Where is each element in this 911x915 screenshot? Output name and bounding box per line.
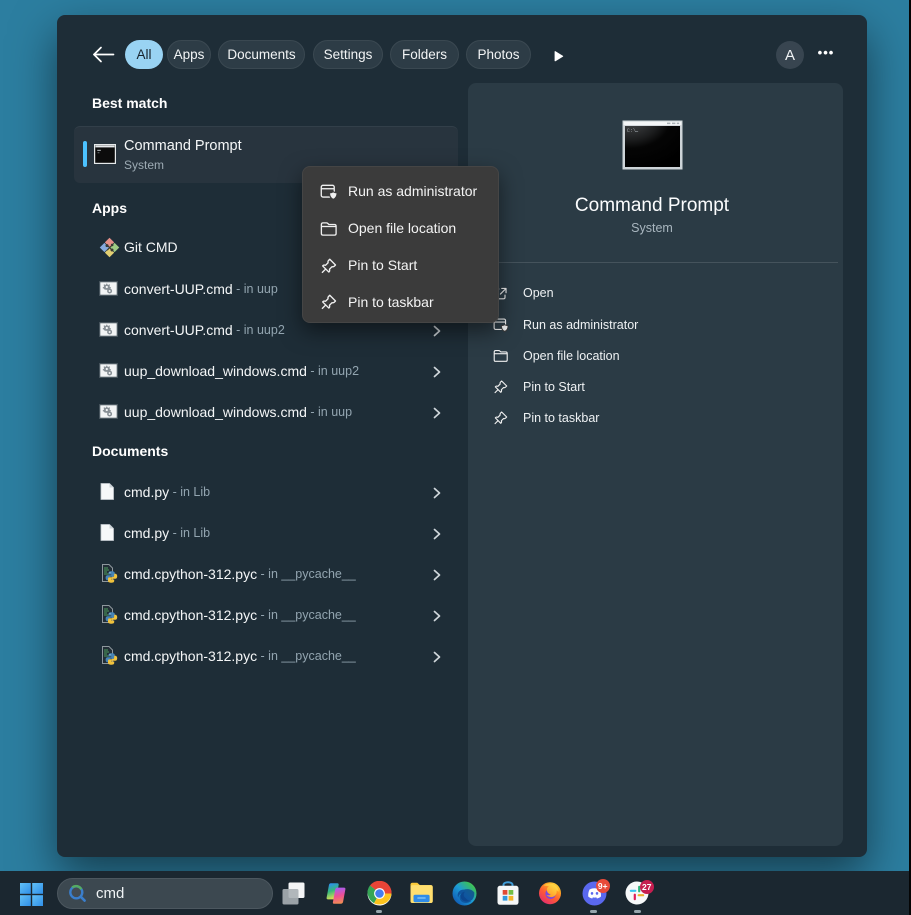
- svg-text:C:\: C:\: [627, 128, 636, 134]
